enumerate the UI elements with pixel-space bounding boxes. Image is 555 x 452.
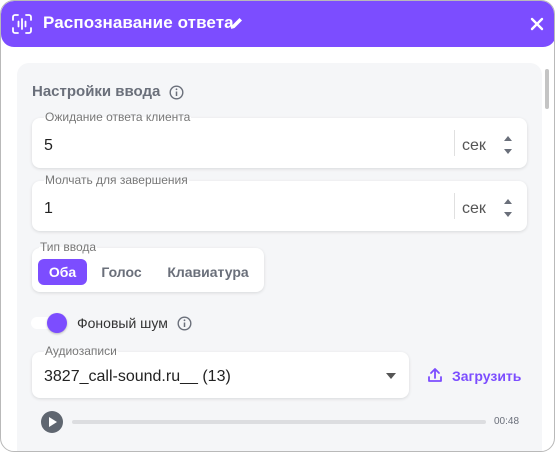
close-icon[interactable] bbox=[529, 16, 545, 32]
edit-pencil-icon[interactable] bbox=[229, 16, 244, 31]
wait-response-label: Ожидание ответа клиента bbox=[44, 110, 192, 124]
field-separator bbox=[454, 130, 455, 156]
wait-response-value[interactable]: 5 bbox=[44, 137, 53, 155]
silence-duration-unit: сек bbox=[462, 200, 486, 217]
dialog-title: Распознавание ответа bbox=[43, 13, 234, 32]
background-noise-toggle[interactable] bbox=[31, 312, 67, 333]
stepper-icon[interactable] bbox=[502, 134, 514, 156]
silence-duration-value[interactable]: 1 bbox=[44, 200, 53, 218]
stepper-icon[interactable] bbox=[502, 197, 514, 219]
chevron-down-icon[interactable] bbox=[386, 373, 396, 379]
audio-selected-value[interactable]: 3827_call-sound.ru__ (13) bbox=[44, 368, 231, 386]
silence-duration-field[interactable]: Молчать для завершения 1 сек bbox=[32, 173, 527, 231]
voice-recognition-icon bbox=[12, 14, 32, 34]
input-type-voice[interactable]: Голос bbox=[94, 259, 149, 285]
audio-duration: 00:48 bbox=[494, 416, 520, 427]
audio-progress-bar[interactable] bbox=[72, 420, 486, 424]
section-title: Настройки ввода bbox=[32, 83, 161, 100]
dialog: Распознавание ответа Настройки ввода Ожи… bbox=[0, 0, 555, 452]
scrollbar[interactable] bbox=[545, 69, 549, 109]
input-type-group: Тип ввода Оба Голос Клавиатура bbox=[32, 240, 264, 292]
upload-label: Загрузить bbox=[452, 368, 522, 384]
field-separator bbox=[454, 193, 455, 219]
dialog-header: Распознавание ответа bbox=[1, 1, 554, 47]
wait-response-field[interactable]: Ожидание ответа клиента 5 сек bbox=[32, 110, 527, 168]
silence-duration-label: Молчать для завершения bbox=[44, 173, 189, 187]
info-icon[interactable] bbox=[169, 85, 184, 100]
play-button[interactable] bbox=[41, 411, 63, 433]
input-type-label: Тип ввода bbox=[39, 240, 98, 254]
info-icon[interactable] bbox=[177, 316, 192, 331]
wait-response-unit: сек bbox=[462, 137, 486, 154]
audio-label: Аудиозаписи bbox=[44, 344, 118, 358]
toggle-thumb bbox=[47, 313, 67, 333]
input-type-both[interactable]: Оба bbox=[38, 259, 87, 285]
upload-icon bbox=[428, 368, 442, 382]
audio-select[interactable]: Аудиозаписи 3827_call-sound.ru__ (13) bbox=[32, 344, 409, 398]
play-icon bbox=[49, 417, 57, 427]
input-type-keyboard[interactable]: Клавиатура bbox=[160, 259, 256, 285]
background-noise-label: Фоновый шум bbox=[77, 315, 168, 331]
